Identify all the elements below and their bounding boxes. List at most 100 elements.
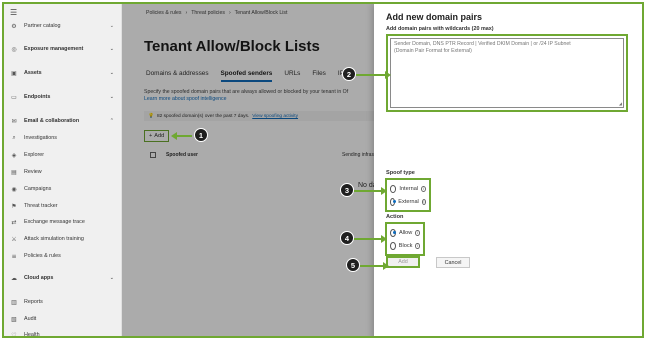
sidebar-item-label: Partner catalog <box>24 23 61 29</box>
spoof-type-group: Internal i External i <box>385 178 431 212</box>
add-domain-pairs-panel: Add new domain pairs Add domain pairs wi… <box>374 4 642 336</box>
spoof-type-external[interactable]: External i <box>390 195 426 208</box>
chevron-down-icon[interactable]: ⌄ <box>110 23 114 29</box>
info-icon[interactable]: i <box>415 229 420 236</box>
radio-allow-label: Allow <box>398 229 413 236</box>
callout-4: 4 <box>340 231 354 245</box>
email-icon: ✉ <box>11 117 17 125</box>
sidebar-item-review[interactable]: ▤ Review <box>4 165 122 179</box>
policies-icon: ≡ <box>11 252 17 260</box>
sidebar-item-label: Explorer <box>24 152 45 158</box>
sidebar-item-email-collaboration[interactable]: ✉ Email & collaboration ⌃ <box>4 114 122 128</box>
domain-pairs-textarea[interactable] <box>390 38 624 108</box>
assets-icon: ▣ <box>11 69 17 77</box>
sidebar-item-endpoints[interactable]: ▭ Endpoints ⌄ <box>4 90 122 104</box>
chevron-down-icon[interactable]: ⌄ <box>110 275 114 281</box>
radio-internal[interactable] <box>390 184 397 193</box>
action-group: Allow i Block i <box>385 222 425 256</box>
resize-grip-icon[interactable]: ◢ <box>619 101 622 106</box>
sidebar-item-audit[interactable]: ▧ Audit <box>4 312 122 326</box>
panel-add-button[interactable]: Add <box>386 256 420 268</box>
domain-pairs-label: Add domain pairs with wildcards (20 max) <box>386 26 494 32</box>
sidebar: ☰ ⚙ Partner catalog ⌄ ◎ Exposure management ⌄… <box>4 4 122 338</box>
radio-external-label: External <box>398 198 419 205</box>
callout-badge-5: 5 <box>346 258 360 272</box>
radio-block[interactable] <box>390 241 396 250</box>
sidebar-item-label: Endpoints <box>24 94 51 100</box>
audit-icon: ▧ <box>11 315 17 323</box>
callout-arrow-4 <box>354 235 387 243</box>
sidebar-item-partner-catalog[interactable]: ⚙ Partner catalog ⌄ <box>4 19 122 33</box>
exposure-icon: ◎ <box>11 45 17 53</box>
callout-arrow-2 <box>356 71 391 79</box>
explorer-icon: ◈ <box>11 151 17 159</box>
review-icon: ▤ <box>11 168 17 176</box>
info-icon[interactable]: i <box>415 242 420 249</box>
sidebar-item-cloud-apps[interactable]: ☁ Cloud apps ⌄ <box>4 271 122 285</box>
info-icon[interactable]: i <box>421 185 426 192</box>
reports-icon: ▥ <box>11 298 17 306</box>
callout-badge-1: 1 <box>194 128 208 142</box>
sidebar-item-attack-simulation-training[interactable]: ⚔ Attack simulation training <box>4 232 122 246</box>
callout-arrow-1 <box>171 132 192 140</box>
sidebar-item-label: Campaigns <box>24 186 52 192</box>
sidebar-item-explorer[interactable]: ◈ Explorer <box>4 148 122 162</box>
cloud-apps-icon: ☁ <box>11 274 17 282</box>
callout-badge-3: 3 <box>340 183 354 197</box>
sidebar-item-threat-tracker[interactable]: ⚑ Threat tracker <box>4 199 122 213</box>
sidebar-item-exchange-message-trace[interactable]: ⇄ Exchange message trace <box>4 215 122 229</box>
callout-badge-2: 2 <box>342 67 356 81</box>
sidebar-item-label: Review <box>24 169 42 175</box>
sidebar-item-label: Threat tracker <box>24 203 58 209</box>
spoof-type-label: Spoof type <box>386 170 415 176</box>
sidebar-item-label: Assets <box>24 70 42 76</box>
sidebar-item-label: Audit <box>24 316 37 322</box>
hamburger-icon[interactable]: ☰ <box>10 8 17 17</box>
panel-title: Add new domain pairs <box>386 12 483 22</box>
sidebar-item-label: Exposure management <box>24 46 84 52</box>
spoof-type-internal[interactable]: Internal i <box>390 182 426 195</box>
callout-3: 3 <box>340 183 354 197</box>
callout-badge-4: 4 <box>340 231 354 245</box>
chevron-down-icon[interactable]: ⌄ <box>110 70 114 76</box>
sidebar-item-policies-rules[interactable]: ≡ Policies & rules <box>4 249 122 263</box>
sidebar-item-label: Reports <box>24 299 43 305</box>
sidebar-item-label: Policies & rules <box>24 253 61 259</box>
chevron-up-icon[interactable]: ⌃ <box>110 118 114 124</box>
action-label: Action <box>386 214 404 220</box>
sidebar-item-health[interactable]: ♡ Health <box>4 328 122 338</box>
radio-external[interactable] <box>390 197 396 206</box>
campaigns-icon: ◉ <box>11 185 17 193</box>
callout-1: 1 <box>194 128 208 142</box>
endpoints-icon: ▭ <box>11 93 17 101</box>
sidebar-item-label: Exchange message trace <box>24 219 85 225</box>
screenshot-frame: ☰ ⚙ Partner catalog ⌄ ◎ Exposure management ⌄… <box>2 2 644 338</box>
sidebar-item-label: Cloud apps <box>24 275 54 281</box>
sidebar-item-investigations[interactable]: ⌕ Investigations <box>4 131 122 145</box>
sidebar-item-label: Attack simulation training <box>24 236 84 242</box>
domain-pairs-field-highlight: ◢ <box>386 34 628 112</box>
sidebar-item-assets[interactable]: ▣ Assets ⌄ <box>4 66 122 80</box>
chevron-down-icon[interactable]: ⌄ <box>110 46 114 52</box>
attack-sim-icon: ⚔ <box>11 235 17 243</box>
sidebar-item-exposure-management[interactable]: ◎ Exposure management ⌄ <box>4 42 122 56</box>
action-allow[interactable]: Allow i <box>390 226 420 239</box>
action-block[interactable]: Block i <box>390 239 420 252</box>
callout-arrow-3 <box>354 187 387 195</box>
callout-2: 2 <box>342 67 356 81</box>
callout-arrow-5 <box>360 262 389 270</box>
info-icon[interactable]: i <box>421 198 426 205</box>
sidebar-item-campaigns[interactable]: ◉ Campaigns <box>4 182 122 196</box>
sidebar-item-label: Health <box>24 332 40 338</box>
investigations-icon: ⌕ <box>12 134 16 141</box>
threat-tracker-icon: ⚑ <box>11 202 17 210</box>
sidebar-item-label: Investigations <box>24 135 57 141</box>
chevron-down-icon[interactable]: ⌄ <box>110 94 114 100</box>
radio-allow[interactable] <box>390 228 396 237</box>
sidebar-item-reports[interactable]: ▥ Reports <box>4 295 122 309</box>
radio-block-label: Block <box>398 242 413 249</box>
partner-icon: ⚙ <box>11 22 17 30</box>
health-icon: ♡ <box>11 331 17 338</box>
panel-cancel-button[interactable]: Cancel <box>436 257 470 268</box>
exchange-trace-icon: ⇄ <box>11 218 17 226</box>
